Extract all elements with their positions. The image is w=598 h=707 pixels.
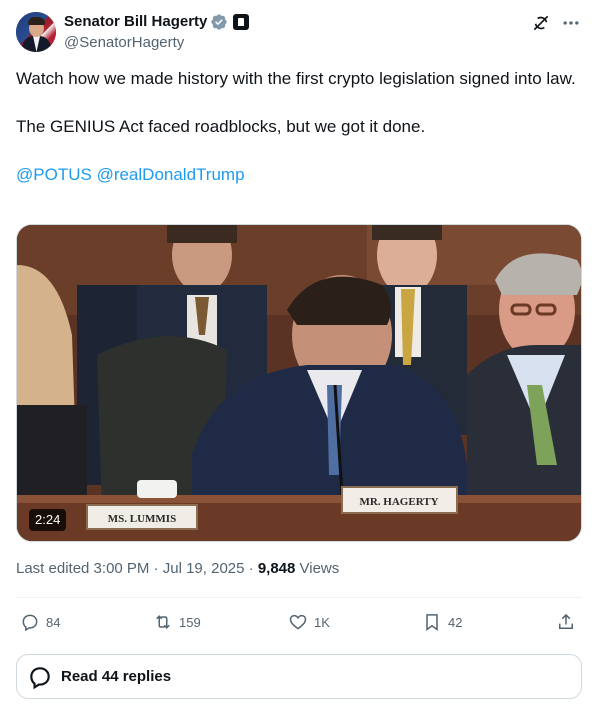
like-count: 1K bbox=[314, 614, 330, 630]
author-handle[interactable]: @SenatorHagerty bbox=[64, 33, 249, 53]
avatar-hair bbox=[28, 17, 45, 25]
reply-icon bbox=[22, 614, 38, 632]
reply-button[interactable]: 84 bbox=[20, 610, 60, 634]
heart-icon bbox=[289, 614, 307, 630]
action-bar: 84 159 1K 42 bbox=[16, 610, 582, 634]
repost-count: 159 bbox=[179, 614, 201, 630]
author-display-name[interactable]: Senator Bill Hagerty bbox=[64, 12, 207, 32]
video-duration: 2:24 bbox=[29, 509, 67, 531]
repost-icon bbox=[156, 615, 170, 629]
tweet-mentions: @POTUS @realDonaldTrump bbox=[16, 163, 582, 187]
tweet-meta: Last edited 3:00 PM · Jul 19, 2025 · 9,8… bbox=[16, 559, 339, 579]
divider-top bbox=[16, 597, 582, 598]
video-player[interactable]: MS. LUMMIS MR. HAGERTY 2:24 bbox=[16, 224, 582, 542]
views-label: Views bbox=[295, 560, 340, 577]
reply-count: 84 bbox=[46, 614, 61, 630]
views-count: 9,848 bbox=[257, 560, 296, 577]
more-options-icon[interactable] bbox=[560, 12, 582, 34]
edited-timestamp[interactable]: Last edited 3:00 PM · Jul 19, 2025 · bbox=[16, 560, 258, 577]
nameplate-lummis: MS. LUMMIS bbox=[108, 513, 176, 525]
grok-icon[interactable] bbox=[530, 12, 552, 34]
mention-potus[interactable]: @POTUS bbox=[16, 165, 92, 184]
tweet-text: Watch how we made history with the first… bbox=[16, 67, 582, 187]
like-button[interactable]: 1K bbox=[288, 610, 330, 634]
government-building-icon bbox=[233, 14, 250, 30]
share-button[interactable] bbox=[556, 610, 576, 634]
tweet-line-1: Watch how we made history with the first… bbox=[16, 69, 576, 88]
video-frame: MS. LUMMIS MR. HAGERTY bbox=[17, 225, 581, 541]
author-avatar[interactable] bbox=[16, 12, 56, 52]
mention-realdonaldtrump[interactable]: @realDonaldTrump bbox=[97, 165, 245, 184]
repost-button[interactable]: 159 bbox=[153, 610, 201, 634]
bookmark-icon bbox=[426, 614, 438, 631]
bookmark-button[interactable]: 42 bbox=[422, 610, 462, 634]
tweet-header: Senator Bill Hagerty @SenatorHagerty bbox=[16, 12, 582, 56]
bookmark-count: 42 bbox=[448, 614, 463, 630]
header-actions bbox=[530, 12, 582, 34]
read-replies-button[interactable]: Read 44 replies bbox=[16, 654, 582, 699]
verified-badge-icon[interactable] bbox=[210, 13, 228, 31]
tweet-line-2: The GENIUS Act faced roadblocks, but we … bbox=[16, 117, 426, 136]
author-name-row: Senator Bill Hagerty bbox=[64, 12, 250, 32]
read-replies-label: Read 44 replies bbox=[61, 668, 172, 685]
share-icon bbox=[559, 613, 573, 629]
nameplate-hagerty: MR. HAGERTY bbox=[359, 496, 438, 508]
replies-bubble-icon bbox=[30, 666, 50, 689]
author-names: Senator Bill Hagerty @SenatorHagerty bbox=[64, 12, 250, 53]
